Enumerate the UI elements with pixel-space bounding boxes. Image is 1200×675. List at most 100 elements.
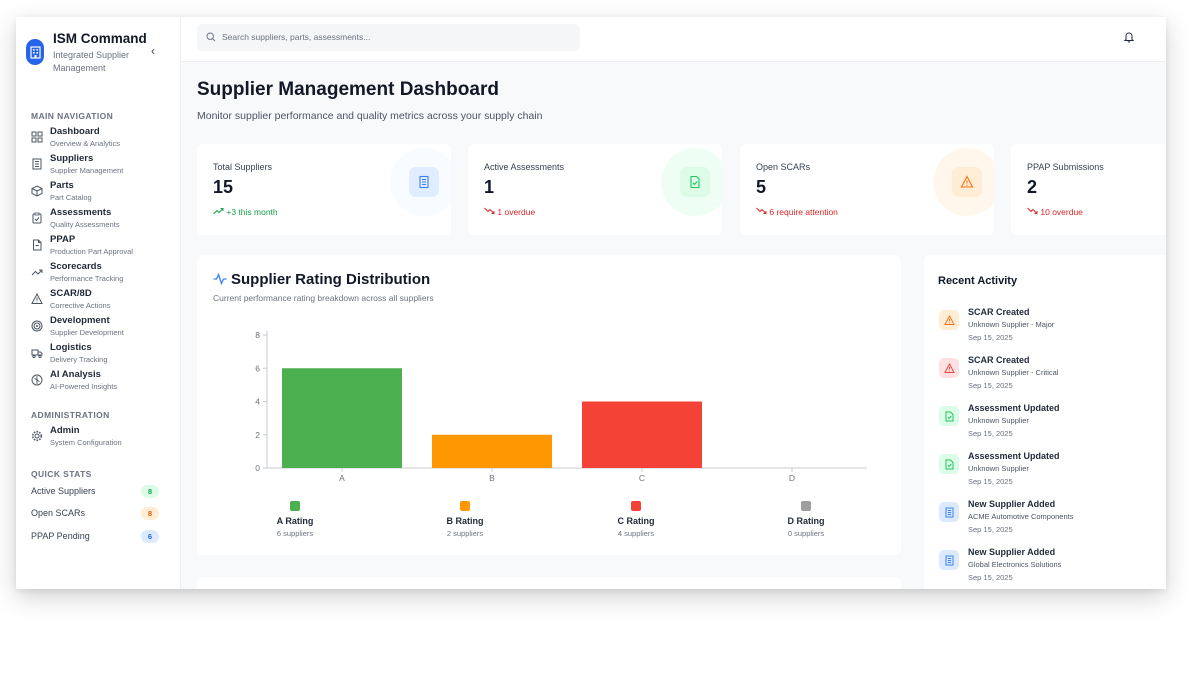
legend-swatch	[801, 501, 811, 511]
quick-stats-label: QUICK STATS	[31, 469, 92, 479]
sidebar-item-sub: AI-Powered Insights	[50, 382, 118, 391]
sidebar-item-label: AI Analysis	[50, 369, 101, 380]
activity-item[interactable]: SCAR Created Unknown Supplier - Critical…	[939, 355, 1159, 397]
target-icon	[31, 320, 43, 332]
bar-a	[282, 368, 402, 468]
bell-icon[interactable]	[1123, 31, 1135, 43]
activity-date: Sep 15, 2025	[968, 333, 1013, 342]
activity-date: Sep 15, 2025	[968, 573, 1013, 582]
sidebar-item-sub: Part Catalog	[50, 193, 92, 202]
sidebar-item-sub: Supplier Development	[50, 328, 124, 337]
y-tick-label: 8	[255, 330, 260, 340]
activity-item[interactable]: SCAR Created Unknown Supplier - Major Se…	[939, 307, 1159, 349]
sidebar-item-suppliers[interactable]: Suppliers Supplier Management	[29, 153, 169, 179]
y-tick-label: 2	[255, 430, 260, 440]
sidebar-item-scorecards[interactable]: Scorecards Performance Tracking	[29, 261, 169, 287]
sidebar-item-logistics[interactable]: Logistics Delivery Tracking	[29, 342, 169, 368]
sidebar-item-label: SCAR/8D	[50, 288, 92, 299]
sidebar-item-sub: Overview & Analytics	[50, 139, 121, 148]
search-box[interactable]	[197, 24, 580, 51]
quick-stat-active-suppliers: Active Suppliers 8	[31, 485, 159, 499]
warning-icon	[952, 167, 982, 197]
sidebar-item-sub: Quality Assessments	[50, 220, 120, 229]
activity-date: Sep 15, 2025	[968, 525, 1013, 534]
activity-desc: Unknown Supplier	[968, 416, 1029, 425]
sidebar-item-sub: Production Part Approval	[50, 247, 133, 256]
sidebar-item-sub: Supplier Management	[50, 166, 124, 175]
stat-trend-text: 6 require attention	[769, 207, 838, 217]
y-tick-label: 4	[255, 397, 260, 407]
search-input[interactable]	[222, 29, 562, 45]
building-icon	[939, 550, 959, 570]
stat-label: Open SCARs	[756, 162, 811, 172]
sidebar-item-parts[interactable]: Parts Part Catalog	[29, 180, 169, 206]
sidebar-item-label: Development	[50, 315, 110, 326]
quick-stat-ppap-pending: PPAP Pending 6	[31, 530, 159, 544]
app-subtitle: Integrated Supplier Management	[53, 50, 130, 73]
stat-card-total-suppliers[interactable]: Total Suppliers 15 +3 this month	[197, 144, 451, 235]
trend-icon	[31, 269, 43, 276]
stat-card-active-assessments[interactable]: Active Assessments 1 1 overdue	[468, 144, 722, 235]
page-subtitle: Monitor supplier performance and quality…	[197, 110, 543, 122]
legend-swatch	[460, 501, 470, 511]
x-tick-label: C	[639, 473, 645, 483]
file-check-icon	[939, 454, 959, 474]
top-bar	[181, 17, 1166, 62]
activity-item[interactable]: Assessment Updated Unknown Supplier Sep …	[939, 403, 1159, 445]
stat-trend: 10 overdue	[1027, 207, 1083, 217]
search-icon	[206, 32, 216, 42]
recent-activity-title: Recent Activity	[938, 275, 1018, 287]
activity-desc: Global Electronics Solutions	[968, 560, 1062, 569]
x-tick-label: D	[789, 473, 795, 483]
sidebar-item-sub: Corrective Actions	[50, 301, 111, 310]
building-icon	[939, 502, 959, 522]
stat-label: PPAP Submissions	[1027, 162, 1104, 172]
stat-label: Total Suppliers	[213, 162, 273, 172]
trend-down-icon	[1027, 207, 1038, 214]
sidebar-item-ppap[interactable]: PPAP Production Part Approval	[29, 234, 169, 260]
file-check-icon	[939, 406, 959, 426]
truck-icon	[31, 349, 43, 359]
activity-title: Assessment Updated	[968, 403, 1060, 413]
quick-stat-label: Open SCARs	[31, 508, 86, 518]
warning-icon	[31, 293, 43, 304]
stat-trend: 6 require attention	[756, 207, 838, 217]
legend-name: D Rating	[787, 516, 825, 526]
activity-item[interactable]: Assessment Updated Unknown Supplier Sep …	[939, 451, 1159, 493]
administration-label: ADMINISTRATION	[31, 410, 110, 420]
file-icon	[33, 239, 42, 251]
sidebar-item-label: Assessments	[50, 207, 112, 218]
legend-item-a: A Rating 6 suppliers	[235, 501, 355, 538]
sidebar-item-label: Parts	[50, 180, 74, 191]
activity-item[interactable]: New Supplier Added ACME Automotive Compo…	[939, 499, 1159, 541]
stat-trend-text: 10 overdue	[1040, 207, 1083, 217]
sidebar: ISM Command Integrated Supplier Manageme…	[16, 17, 181, 589]
sidebar-item-admin[interactable]: Admin System Configuration	[29, 425, 169, 451]
sidebar-item-dashboard[interactable]: Dashboard Overview & Analytics	[29, 126, 169, 152]
sidebar-item-ai-analysis[interactable]: AI Analysis AI-Powered Insights	[29, 369, 169, 395]
stat-card-open-scars[interactable]: Open SCARs 5 6 require attention	[740, 144, 994, 235]
quick-stat-label: Active Suppliers	[31, 486, 96, 496]
activity-title: SCAR Created	[968, 355, 1030, 365]
legend-count: 2 suppliers	[446, 529, 484, 538]
stat-trend-text: +3 this month	[226, 207, 278, 217]
clipboard-icon	[32, 212, 42, 224]
sidebar-item-assessments[interactable]: Assessments Quality Assessments	[29, 207, 169, 233]
bar-b	[432, 434, 552, 468]
sidebar-item-development[interactable]: Development Supplier Development	[29, 315, 169, 341]
activity-item[interactable]: New Supplier Added Global Electronics So…	[939, 547, 1159, 589]
stat-value: 15	[213, 177, 234, 197]
stat-value: 1	[484, 177, 495, 197]
grid-icon	[31, 131, 43, 143]
stat-value: 5	[756, 177, 767, 197]
stat-value: 2	[1027, 177, 1038, 197]
sidebar-item-scar8d[interactable]: SCAR/8D Corrective Actions	[29, 288, 169, 314]
stat-card-ppap-submissions[interactable]: PPAP Submissions 2 10 overdue	[1011, 144, 1166, 235]
app-title: ISM Command	[53, 31, 147, 46]
secondary-panel	[197, 577, 901, 589]
activity-title: Assessment Updated	[968, 451, 1060, 461]
chevron-left-icon[interactable]: ‹	[151, 44, 155, 58]
sidebar-item-label: Scorecards	[50, 261, 102, 272]
sidebar-item-sub: Performance Tracking	[50, 274, 124, 283]
activity-date: Sep 15, 2025	[968, 381, 1013, 390]
